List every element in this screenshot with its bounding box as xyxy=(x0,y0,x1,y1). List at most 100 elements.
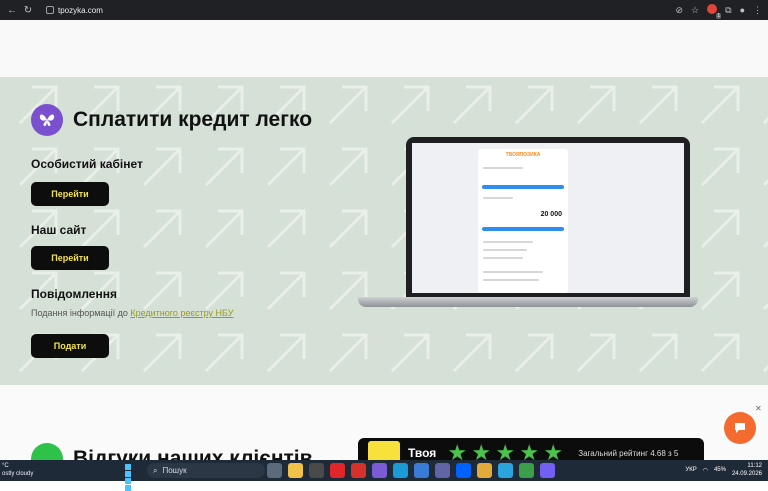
laptop-base xyxy=(358,297,698,307)
app-line xyxy=(483,197,513,199)
app-l-icon[interactable] xyxy=(351,463,366,478)
telegram-icon[interactable] xyxy=(498,463,513,478)
chrome-icon[interactable] xyxy=(477,463,492,478)
more-menu-icon[interactable]: ⋮ xyxy=(753,5,762,16)
rating-text: Загальний рейтинг 4.68 з 5 xyxy=(578,448,679,458)
butterfly-logo-icon xyxy=(31,104,63,136)
copilot-icon[interactable] xyxy=(372,463,387,478)
extension-icon xyxy=(707,4,718,14)
extensions-puzzle-icon[interactable]: ⧉ xyxy=(725,5,731,16)
arrow-pattern-mark xyxy=(390,333,430,373)
page: Сплатити кредит легко Особистий кабінет … xyxy=(0,20,768,460)
windows-start-icon[interactable] xyxy=(125,464,138,491)
laptop-screen: ТВОЯПОЗИКА 20 000 xyxy=(412,143,684,293)
laptop-illustration: ТВОЯПОЗИКА 20 000 xyxy=(358,137,698,317)
arrow-pattern-mark xyxy=(266,209,306,249)
back-icon[interactable]: ← xyxy=(6,4,18,16)
arrow-pattern-mark xyxy=(142,271,182,311)
app-logo: ТВОЯПОЗИКА xyxy=(505,152,541,158)
arrow-pattern-mark xyxy=(452,85,492,125)
profile-icon[interactable]: ● xyxy=(740,5,745,15)
arrow-pattern-mark xyxy=(328,85,368,125)
teams-icon[interactable] xyxy=(435,463,450,478)
battery-level[interactable]: 45% xyxy=(714,467,726,473)
arrow-pattern-mark xyxy=(390,85,430,125)
arrow-pattern-mark xyxy=(266,271,306,311)
site-info-icon[interactable] xyxy=(46,6,54,14)
system-tray: УКР ◠ 45% 11:12 24.09.2026 xyxy=(685,462,762,478)
reviews-title: Відгуки наших клієнтів xyxy=(73,447,313,460)
reload-icon[interactable]: ↻ xyxy=(22,4,34,16)
notify-text: Подання інформації до Кредитного реєстру… xyxy=(31,308,233,318)
arrow-pattern-mark xyxy=(762,178,768,187)
arrow-pattern-mark xyxy=(700,85,740,125)
arrow-pattern-mark xyxy=(142,333,182,373)
wifi-icon[interactable]: ◠ xyxy=(703,467,708,474)
viber-icon[interactable] xyxy=(540,463,555,478)
arrow-pattern-mark xyxy=(700,209,740,249)
notify-label: Повідомлення xyxy=(31,287,117,301)
notify-prefix: Подання інформації до xyxy=(31,308,131,318)
brand-logo-icon xyxy=(368,441,400,460)
arrow-pattern-mark xyxy=(762,240,768,249)
app-mockup-card: ТВОЯПОЗИКА 20 000 xyxy=(478,149,568,293)
hero-section: Сплатити кредит легко Особистий кабінет … xyxy=(0,77,768,385)
arrow-pattern-mark xyxy=(452,333,492,373)
arrow-pattern-mark xyxy=(700,333,740,373)
file-explorer-icon[interactable] xyxy=(288,463,303,478)
credit-registry-link[interactable]: Кредитного реєстру НБУ xyxy=(130,308,233,318)
utorrent-icon[interactable] xyxy=(519,463,534,478)
app-blue-bar xyxy=(482,227,564,231)
cabinet-go-button[interactable]: Перейти xyxy=(31,182,109,206)
arrow-pattern-mark xyxy=(514,333,554,373)
search-placeholder: Пошук xyxy=(162,466,187,475)
rating-brand: Твоя xyxy=(408,446,437,460)
dropbox-icon[interactable] xyxy=(456,463,471,478)
app-line xyxy=(483,271,543,273)
rating-stars: ★ ★ ★ ★ ★ xyxy=(446,440,564,461)
rating-banner[interactable]: Твоя ★ ★ ★ ★ ★ Загальний рейтинг 4.68 з … xyxy=(358,438,704,460)
site-go-button[interactable]: Перейти xyxy=(31,246,109,270)
reviews-logo-icon xyxy=(31,443,63,460)
extension-button[interactable]: 1 xyxy=(707,4,722,19)
site-go-button-label: Перейти xyxy=(51,253,89,263)
arrow-pattern-mark xyxy=(700,271,740,311)
address-bar[interactable]: tpozyka.com xyxy=(42,3,103,17)
top-strip xyxy=(0,20,768,77)
chat-bubble-icon xyxy=(735,423,745,433)
arrow-pattern-mark xyxy=(142,209,182,249)
language-indicator[interactable]: УКР xyxy=(685,467,696,473)
arrow-pattern-mark xyxy=(638,333,678,373)
arrow-pattern-mark xyxy=(328,333,368,373)
eye-off-icon[interactable]: ⊘ xyxy=(676,5,684,16)
store-icon[interactable] xyxy=(414,463,429,478)
taskbar-search[interactable]: ⌕ Пошук xyxy=(147,463,265,478)
arrow-pattern-mark xyxy=(204,333,244,373)
bookmark-star-icon[interactable]: ☆ xyxy=(691,5,699,16)
app-line xyxy=(483,249,527,251)
arrow-pattern-mark xyxy=(266,333,306,373)
taskbar-apps xyxy=(267,463,555,478)
weather-widget[interactable]: °C ostly cloudy xyxy=(2,462,33,478)
opera-icon[interactable] xyxy=(330,463,345,478)
task-view-icon[interactable] xyxy=(267,463,282,478)
hero-heading: Сплатити кредит легко xyxy=(31,104,312,136)
edge-icon[interactable] xyxy=(393,463,408,478)
extension-badge: 1 xyxy=(716,13,722,19)
star-icon: ★ xyxy=(471,440,492,461)
url-text: tpozyka.com xyxy=(58,5,103,15)
app-line xyxy=(483,257,523,259)
star-icon: ★ xyxy=(519,440,540,461)
close-chat-icon[interactable]: ✕ xyxy=(755,404,762,413)
app-line xyxy=(483,241,533,243)
laptop-screen-frame: ТВОЯПОЗИКА 20 000 xyxy=(406,137,690,299)
submit-button[interactable]: Подати xyxy=(31,334,109,358)
app-line xyxy=(483,167,523,169)
arrow-pattern-mark xyxy=(638,85,678,125)
arrow-pattern-mark xyxy=(700,147,740,187)
app-icon[interactable] xyxy=(309,463,324,478)
clock[interactable]: 11:12 24.09.2026 xyxy=(732,462,762,478)
arrow-pattern-mark xyxy=(80,209,120,249)
clock-date: 24.09.2026 xyxy=(731,471,762,477)
chat-button[interactable] xyxy=(724,412,756,444)
